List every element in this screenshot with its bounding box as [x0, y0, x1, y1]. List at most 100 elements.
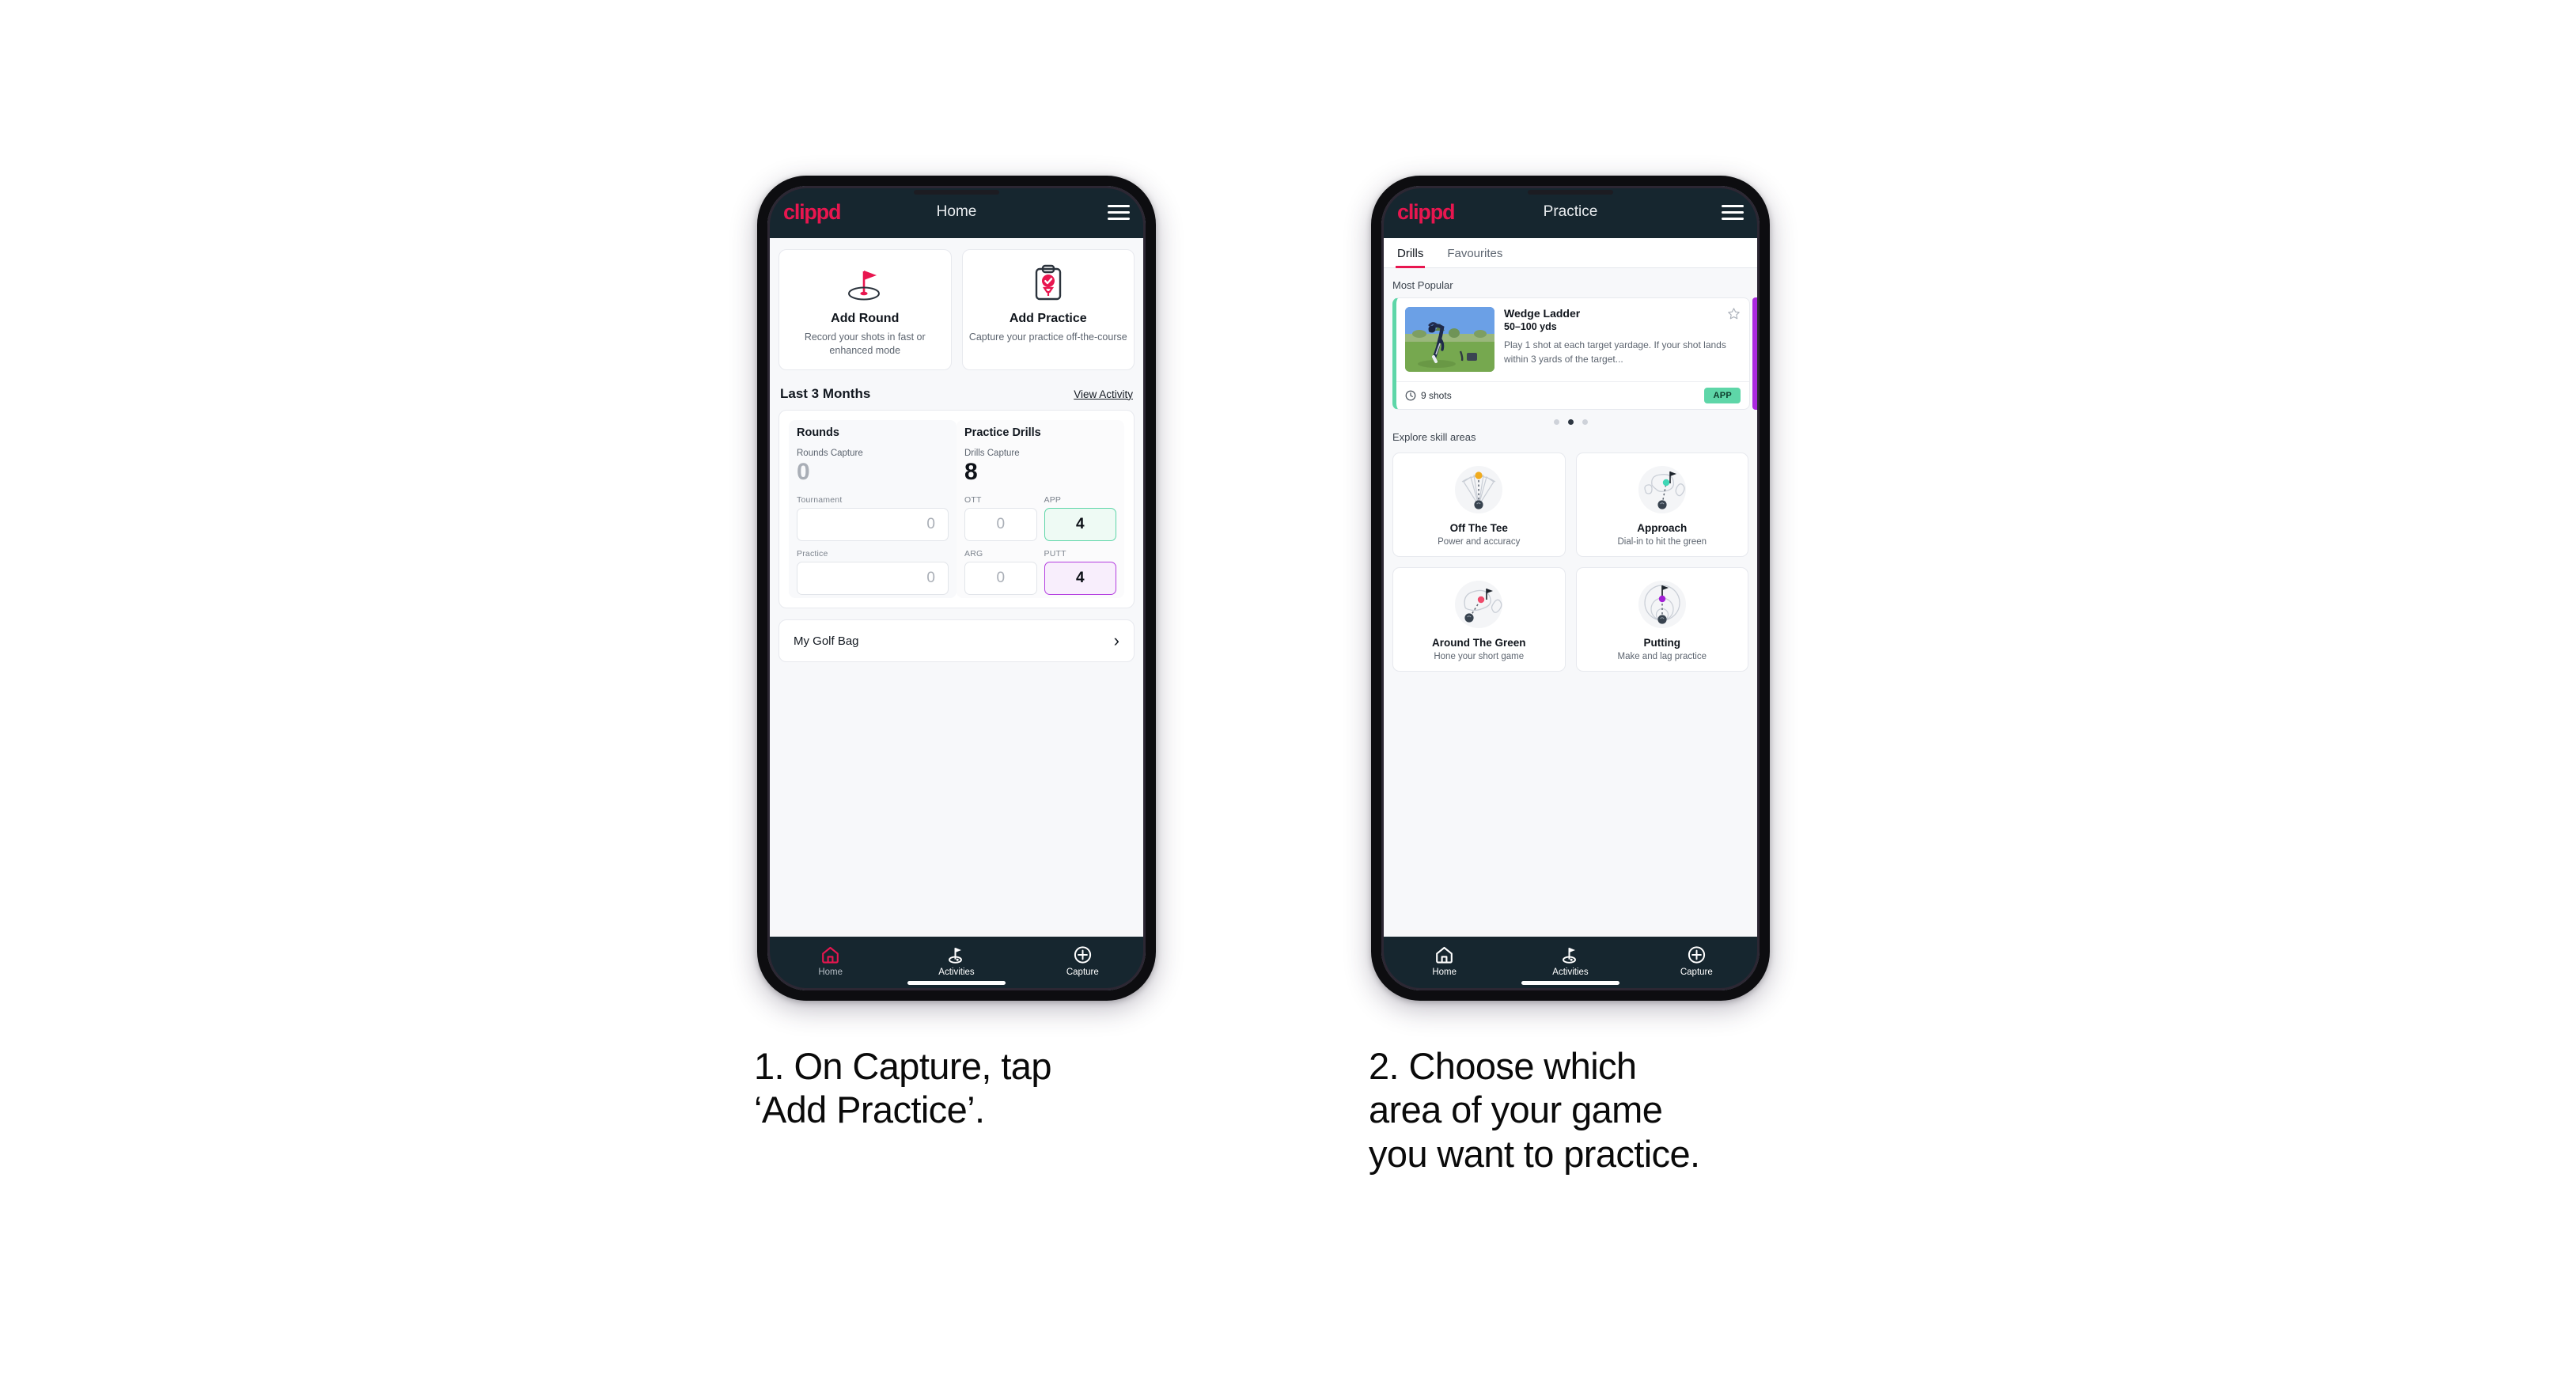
tab-home-label: Home: [818, 968, 843, 977]
next-drill-card-peek[interactable]: [1752, 297, 1760, 410]
clipboard-check-tee-icon: [969, 263, 1128, 304]
tab-capture[interactable]: Capture: [1634, 945, 1760, 977]
drill-thumbnail: [1405, 307, 1494, 372]
skill-subtitle: Make and lag practice: [1617, 652, 1707, 661]
drill-name: Wedge Ladder: [1504, 307, 1581, 320]
tab-drills[interactable]: Drills: [1396, 238, 1426, 268]
tab-home[interactable]: Home: [1381, 945, 1507, 977]
around-the-green-icon: [1398, 578, 1560, 631]
phone1-screen: clippd Home Add Round Record your shots …: [767, 186, 1146, 990]
putting-rings-icon: [1582, 578, 1744, 631]
last-3-months-header: Last 3 Months View Activity: [780, 386, 1133, 402]
skill-card-off-the-tee[interactable]: Off The Tee Power and accuracy: [1392, 453, 1566, 557]
tab-activities-label: Activities: [1552, 968, 1589, 977]
rounds-capture-value: 0: [797, 458, 810, 485]
clock-icon: [1405, 390, 1416, 401]
home-indicator: [907, 981, 1006, 985]
hamburger-icon[interactable]: [1722, 204, 1744, 220]
tab-home[interactable]: Home: [767, 945, 893, 977]
add-practice-card[interactable]: Add Practice Capture your practice off-t…: [961, 249, 1135, 370]
carousel-dots[interactable]: [1381, 410, 1760, 428]
tab-capture[interactable]: Capture: [1020, 945, 1146, 977]
tab-activities[interactable]: Activities: [1507, 945, 1633, 977]
practice-tabs: Drills Favourites: [1381, 238, 1760, 268]
skill-subtitle: Hone your short game: [1434, 652, 1525, 661]
drill-category-badge: APP: [1704, 388, 1741, 403]
explore-skill-areas-label: Explore skill areas: [1392, 431, 1476, 443]
drills-row-1: OTT 0 APP 4: [964, 495, 1116, 541]
quick-actions-row: Add Round Record your shots in fast or e…: [778, 249, 1135, 370]
plus-circle-icon: [1634, 945, 1760, 965]
phone-mockup-1: clippd Home Add Round Record your shots …: [757, 176, 1156, 1001]
skill-subtitle: Power and accuracy: [1438, 537, 1521, 547]
skill-card-putting[interactable]: Putting Make and lag practice: [1575, 567, 1748, 672]
approach-green-icon: [1582, 463, 1744, 517]
plus-circle-icon: [1020, 945, 1146, 965]
tab-favourites[interactable]: Favourites: [1445, 238, 1504, 267]
my-golf-bag-label: My Golf Bag: [794, 634, 859, 648]
ott-field: OTT 0: [964, 495, 1037, 541]
star-outline-icon[interactable]: [1727, 307, 1741, 320]
off-the-tee-fan-icon: [1398, 463, 1560, 517]
tournament-value[interactable]: 0: [797, 508, 949, 541]
drill-shots: 9 shots: [1421, 390, 1452, 401]
app-value[interactable]: 4: [1044, 508, 1116, 541]
skill-title: Approach: [1637, 522, 1688, 534]
my-golf-bag-row[interactable]: My Golf Bag ›: [778, 619, 1135, 662]
add-practice-title: Add Practice: [1009, 312, 1087, 325]
skill-card-approach[interactable]: Approach Dial-in to hit the green: [1575, 453, 1748, 557]
practice-label: Practice: [797, 549, 828, 559]
app-label: APP: [1044, 495, 1062, 505]
rounds-column: Rounds Rounds Capture 0 Tournament 0 Pra…: [789, 419, 957, 598]
carousel-dot-2[interactable]: [1567, 419, 1574, 425]
carousel-dot-3[interactable]: [1582, 419, 1588, 425]
putt-value[interactable]: 4: [1044, 562, 1116, 595]
ott-value[interactable]: 0: [964, 508, 1037, 541]
drills-title: Practice Drills: [964, 426, 1041, 439]
carousel-dot-1[interactable]: [1553, 419, 1559, 425]
skill-card-around-the-green[interactable]: Around The Green Hone your short game: [1392, 567, 1566, 672]
drill-footer: 9 shots APP: [1396, 381, 1749, 409]
drills-row-2: ARG 0 PUTT 4: [964, 549, 1116, 595]
rounds-capture-label: Rounds Capture: [797, 448, 863, 458]
most-popular-label: Most Popular: [1392, 279, 1453, 291]
phone1-content: Add Round Record your shots in fast or e…: [767, 238, 1146, 937]
drills-capture-value: 8: [964, 458, 978, 485]
arg-field: ARG 0: [964, 549, 1037, 595]
drill-yardage: 50–100 yds: [1504, 321, 1557, 332]
practice-drills-column: Practice Drills Drills Capture 8 OTT 0 A…: [957, 419, 1124, 598]
arg-value[interactable]: 0: [964, 562, 1037, 595]
golf-flag-icon: [1507, 945, 1633, 965]
tab-activities[interactable]: Activities: [893, 945, 1019, 977]
tab-home-label: Home: [1432, 968, 1457, 977]
page-root: clippd Home Add Round Record your shots …: [0, 0, 2576, 1386]
drill-carousel[interactable]: Wedge Ladder 50–100 yds Play 1 shot at e…: [1381, 297, 1760, 410]
add-round-title: Add Round: [831, 312, 900, 325]
home-indicator: [1521, 981, 1619, 985]
phone1-tabbar: Home Activities Capture: [767, 937, 1146, 990]
phone2-screen: clippd Practice Drills Favourites Most P…: [1381, 186, 1760, 990]
chevron-right-icon: ›: [1113, 631, 1119, 650]
drill-description: Play 1 shot at each target yardage. If y…: [1504, 339, 1726, 365]
add-round-card[interactable]: Add Round Record your shots in fast or e…: [778, 249, 952, 370]
clippd-logo[interactable]: clippd: [783, 200, 842, 225]
add-round-subtitle: Record your shots in fast or enhanced mo…: [804, 331, 926, 357]
phone-speaker-slot: [914, 190, 999, 195]
practice-value[interactable]: 0: [797, 562, 949, 595]
tab-capture-label: Capture: [1680, 968, 1713, 977]
home-icon: [767, 945, 893, 965]
view-activity-link[interactable]: View Activity: [1074, 388, 1133, 400]
arg-label: ARG: [964, 549, 983, 559]
putt-field: PUTT 4: [1044, 549, 1116, 595]
app-field: APP 4: [1044, 495, 1116, 541]
ott-label: OTT: [964, 495, 982, 505]
tournament-label: Tournament: [797, 495, 843, 505]
phone2-content: Most Popular Wedge Ladder 50–100 yds Pla…: [1381, 268, 1760, 937]
golf-flag-hole-icon: [786, 263, 945, 304]
golf-flag-icon: [893, 945, 1019, 965]
clippd-logo[interactable]: clippd: [1397, 200, 1456, 225]
hamburger-icon[interactable]: [1108, 204, 1130, 220]
drills-capture-label: Drills Capture: [964, 448, 1020, 458]
drill-card[interactable]: Wedge Ladder 50–100 yds Play 1 shot at e…: [1392, 297, 1750, 410]
tab-activities-label: Activities: [938, 968, 975, 977]
